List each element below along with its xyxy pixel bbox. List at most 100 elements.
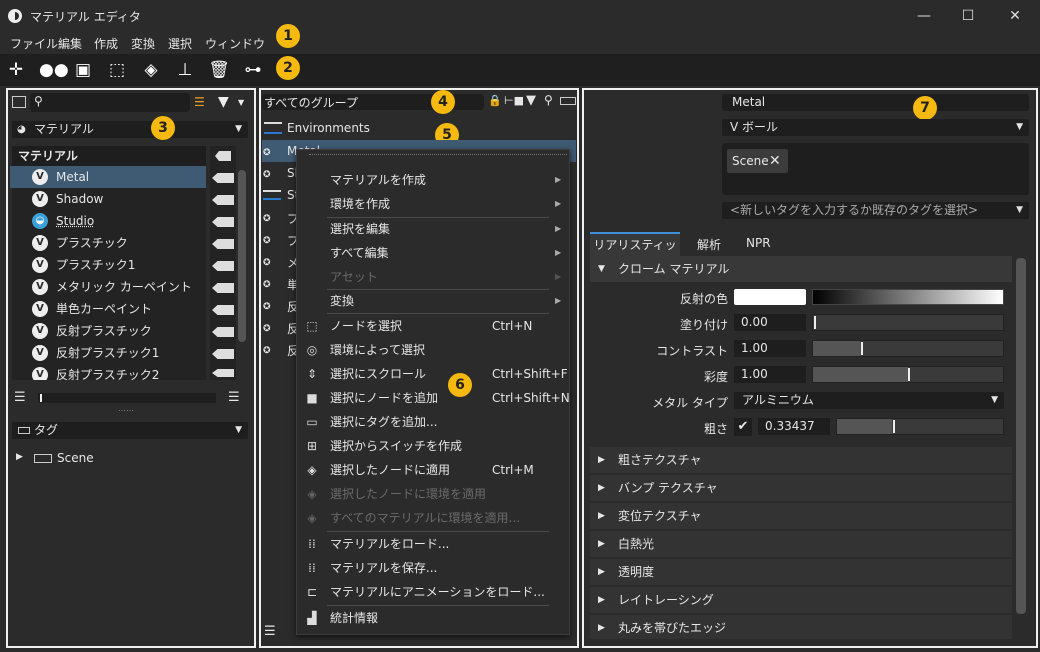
tab-analysis[interactable]: 解析 <box>697 236 721 253</box>
switch-icon[interactable]: ⊶ <box>242 59 264 81</box>
reflect-color-swatch[interactable] <box>734 289 806 305</box>
contrast-slider[interactable] <box>812 340 1004 357</box>
metal-type-dropdown[interactable]: アルミニウム ▼ <box>734 392 1004 409</box>
filter-icon[interactable]: ▼ <box>218 94 229 110</box>
menu-item-load-material[interactable]: マテリアルをロード... <box>330 534 449 554</box>
roughness-checkbox[interactable]: ✔ <box>734 418 752 436</box>
environment-icon: ◒ <box>32 213 48 229</box>
menu-file[interactable]: ファイル <box>10 35 58 52</box>
section-roughness-texture[interactable]: ▶ 粗さテクスチャ <box>590 447 1012 473</box>
menu-item-edit-all[interactable]: すべて編集 <box>330 243 389 263</box>
menu-convert[interactable]: 変換 <box>131 35 155 52</box>
saturation-input[interactable]: 1.00 <box>734 366 806 383</box>
material-filter-dropdown[interactable]: マテリアル ▼ <box>12 121 248 138</box>
detail-view-icon[interactable]: ☰ <box>228 390 240 405</box>
tab-npr[interactable]: NPR <box>746 236 771 250</box>
contrast-input[interactable]: 1.00 <box>734 340 806 357</box>
search-input[interactable]: ⚲ <box>30 93 190 112</box>
section-rounded-edges[interactable]: ▶ 丸みを帯びたエッジ <box>590 615 1012 639</box>
tag-chip-scene[interactable]: Scene ✕ <box>727 149 788 173</box>
preview-icon[interactable] <box>12 96 26 108</box>
tag-filter-dropdown[interactable]: タグ ▼ <box>12 422 248 439</box>
tree-item-solid-carpaint[interactable]: V 単色カーペイント <box>10 298 206 320</box>
section-chrome-material[interactable]: ▼ クローム マテリアル <box>590 256 1012 282</box>
expand-icon[interactable]: ▶ <box>16 452 23 462</box>
menu-item-add-tag[interactable]: 選択にタグを追加... <box>330 412 437 432</box>
node-icon[interactable]: ⊢■ <box>504 94 524 107</box>
tag-icon[interactable] <box>560 97 576 105</box>
section-incandescence[interactable]: ▶ 白熱光 <box>590 531 1012 557</box>
menu-item-create-switch[interactable]: 選択からスイッチを作成 <box>330 436 462 456</box>
menu-item-apply-to-nodes[interactable]: 選択したノードに適用 <box>330 460 450 480</box>
material-type-dropdown[interactable]: V ボール ▼ <box>722 119 1029 136</box>
new-tag-dropdown[interactable]: <新しいタグを入力するか既存のタグを選択> ▼ <box>722 202 1029 219</box>
reflect-color-gradient[interactable] <box>812 289 1004 305</box>
node-select-icon[interactable]: ⬚ <box>106 59 128 81</box>
list-view-icon[interactable]: ☰ <box>14 390 26 405</box>
section-raytracing[interactable]: ▶ レイトレーシング <box>590 587 1012 613</box>
menu-create[interactable]: 作成 <box>94 35 118 52</box>
minimize-icon[interactable]: — <box>914 6 934 26</box>
menu-item-asset[interactable]: アセット <box>330 267 378 287</box>
maximize-icon[interactable]: ☐ <box>958 6 978 26</box>
paint-input[interactable]: 0.00 <box>734 314 806 331</box>
remove-tag-icon[interactable]: ✕ <box>769 149 781 173</box>
add-icon[interactable]: ✛ <box>5 59 27 81</box>
brush-icon[interactable]: ⊥ <box>174 59 196 81</box>
tag-chip-label: Scene <box>732 154 769 168</box>
tree-item-reflective-plastic1[interactable]: V 反射プラスチック1 <box>10 342 206 364</box>
roughness-input[interactable]: 0.33437 <box>758 418 830 435</box>
tree-item-shadow[interactable]: V Shadow <box>10 188 206 210</box>
trash-icon[interactable]: 🗑 <box>208 59 230 81</box>
menu-edit[interactable]: 編集 <box>58 35 82 52</box>
paint-slider[interactable] <box>812 314 1004 331</box>
menu-item-statistics[interactable]: 統計情報 <box>330 608 378 628</box>
material-type-label: V ボール <box>730 120 779 134</box>
filter-dropdown-icon[interactable]: ▼ <box>238 98 244 107</box>
tree-item-plastic1[interactable]: V プラスチック1 <box>10 254 206 276</box>
tree-item-metal[interactable]: V Metal <box>10 166 206 188</box>
material-name-input[interactable]: Metal <box>722 94 1029 111</box>
tree-item-reflective-plastic[interactable]: V 反射プラスチック <box>10 320 206 342</box>
menu-item-create-environment[interactable]: 環境を作成 <box>330 194 390 214</box>
tree-item-reflective-plastic2[interactable]: V 反射プラスチック2 <box>10 364 206 380</box>
menu-item-edit-selection[interactable]: 選択を編集 <box>330 219 390 239</box>
size-slider[interactable] <box>38 393 216 403</box>
spheres-icon[interactable]: ●● <box>39 59 69 81</box>
close-icon[interactable]: ✕ <box>1005 6 1025 26</box>
tree-scrollbar[interactable] <box>238 170 246 342</box>
tree-item-plastic[interactable]: V プラスチック <box>10 232 206 254</box>
tree-item-metallic-carpaint[interactable]: V メタリック カーペイント <box>10 276 206 298</box>
select-grid-icon[interactable]: ▣ <box>72 59 94 81</box>
lock-icon[interactable]: 🔒 <box>488 94 502 107</box>
tag-icon <box>34 454 52 463</box>
list-view-icon[interactable]: ☰ <box>264 624 276 639</box>
splitter-handle[interactable]: ⋯⋯ <box>118 406 134 415</box>
sort-icon[interactable]: ☰ <box>194 95 208 109</box>
tab-realistic[interactable]: リアリスティック <box>590 232 680 274</box>
menu-item-save-material[interactable]: マテリアルを保存... <box>330 558 437 578</box>
menu-item-load-animation[interactable]: マテリアルにアニメーションをロード... <box>330 582 545 602</box>
menu-item-add-node-to-selection[interactable]: 選択にノードを追加 <box>330 388 438 408</box>
search-icon[interactable]: ⚲ <box>544 93 553 107</box>
section-transparency[interactable]: ▶ 透明度 <box>590 559 1012 585</box>
menu-window[interactable]: ウィンドウ <box>205 35 265 52</box>
node-row-environments[interactable]: Environments <box>287 121 370 135</box>
filter-icon[interactable]: ▼ <box>526 93 536 108</box>
menu-select[interactable]: 選択 <box>168 35 192 52</box>
tree-item-studio[interactable]: ◒ Studio <box>10 210 206 232</box>
menu-item-convert[interactable]: 変換 <box>330 291 354 311</box>
section-displacement-texture[interactable]: ▶ 変位テクスチャ <box>590 503 1012 529</box>
roughness-slider[interactable] <box>836 418 1004 435</box>
section-bump-texture[interactable]: ▶ バンプ テクスチャ <box>590 475 1012 501</box>
menu-item-scroll-to-selection[interactable]: 選択にスクロール <box>330 364 426 384</box>
tag-item-scene[interactable]: Scene <box>57 451 94 465</box>
menu-item-apply-env-all[interactable]: すべてのマテリアルに環境を適用... <box>330 508 520 528</box>
menu-item-select-node[interactable]: ノードを選択 <box>330 316 402 336</box>
menu-item-select-by-environment[interactable]: 環境によって選択 <box>330 340 425 360</box>
properties-scrollbar[interactable] <box>1016 258 1026 614</box>
apply-icon[interactable]: ◈ <box>140 59 162 81</box>
saturation-slider[interactable] <box>812 366 1004 383</box>
menu-item-create-material[interactable]: マテリアルを作成 <box>330 170 426 190</box>
menu-item-apply-env-to-nodes[interactable]: 選択したノードに環境を適用 <box>330 484 486 504</box>
